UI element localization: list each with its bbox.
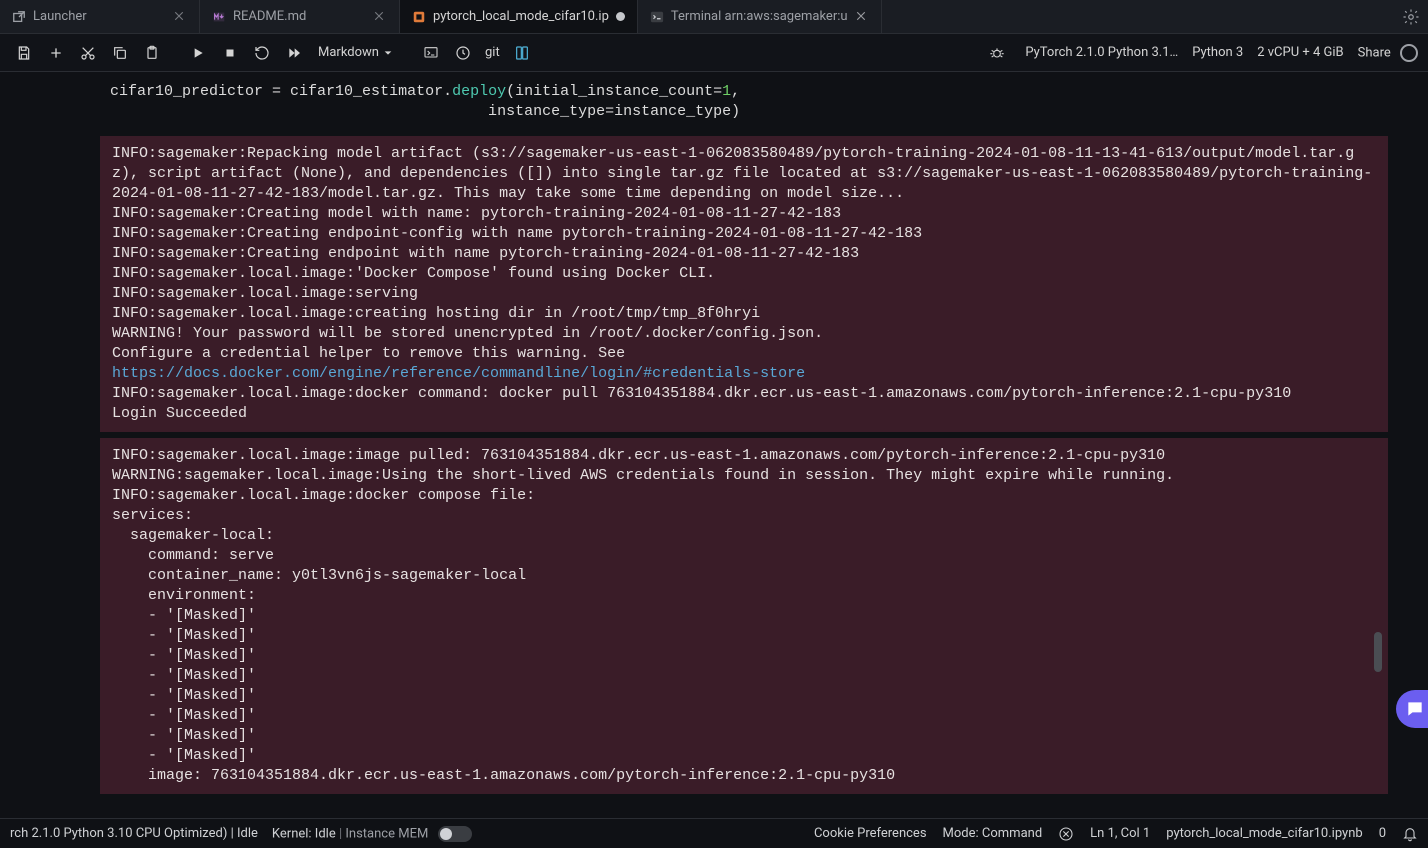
status-kernel[interactable]: Kernel: Idle | Instance MEM xyxy=(272,826,472,842)
cookie-preferences[interactable]: Cookie Preferences xyxy=(814,826,927,841)
cell-output-2: INFO:sagemaker.local.image:image pulled:… xyxy=(100,438,1388,794)
tab-notebook[interactable]: pytorch_local_mode_cifar10.ip xyxy=(400,0,638,33)
chevron-down-icon xyxy=(383,48,393,58)
cluster-selector[interactable]: PyTorch 2.1.0 Python 3.1… xyxy=(1025,45,1178,60)
tab-terminal[interactable]: Terminal arn:aws:sagemaker:u xyxy=(638,0,882,33)
insert-cell-button[interactable] xyxy=(42,39,70,67)
toolbar-right: PyTorch 2.1.0 Python 3.1… Python 3 2 vCP… xyxy=(983,39,1418,67)
cell-output-1: INFO:sagemaker:Repacking model artifact … xyxy=(100,136,1388,432)
tab-label: README.md xyxy=(233,9,366,24)
file-name: pytorch_local_mode_cifar10.ipynb xyxy=(1166,826,1362,841)
modified-indicator-icon xyxy=(616,12,625,21)
bell-icon[interactable] xyxy=(1402,826,1418,842)
run-button[interactable] xyxy=(184,39,212,67)
code-cell[interactable]: cifar10_predictor = cifar10_estimator.de… xyxy=(100,76,1388,136)
save-button[interactable] xyxy=(10,39,38,67)
close-icon[interactable] xyxy=(855,10,869,24)
scrollbar-thumb[interactable] xyxy=(1374,632,1382,672)
trust-icon[interactable] xyxy=(1058,826,1074,842)
tab-label: Launcher xyxy=(33,9,166,24)
tab-readme[interactable]: README.md xyxy=(200,0,400,33)
external-link-icon xyxy=(12,10,26,24)
docs-link[interactable]: https://docs.docker.com/engine/reference… xyxy=(112,365,805,382)
mem-toggle[interactable] xyxy=(438,826,472,842)
terminal-toolbar-button[interactable] xyxy=(417,39,445,67)
tab-label: pytorch_local_mode_cifar10.ip xyxy=(433,9,609,24)
status-bar: rch 2.1.0 Python 3.10 CPU Optimized) | I… xyxy=(0,818,1428,848)
share-button[interactable]: Share xyxy=(1358,44,1418,62)
interrupt-button[interactable] xyxy=(216,39,244,67)
terminal-icon xyxy=(650,10,664,24)
schedule-button[interactable] xyxy=(449,39,477,67)
restart-run-all-button[interactable] xyxy=(280,39,308,67)
tab-label: Terminal arn:aws:sagemaker:u xyxy=(671,9,848,24)
close-icon[interactable] xyxy=(373,10,387,24)
cut-button[interactable] xyxy=(74,39,102,67)
copy-button[interactable] xyxy=(106,39,134,67)
paste-button[interactable] xyxy=(138,39,166,67)
notebook-toolbar: Markdown git PyTorch 2.1.0 Python 3.1… P… xyxy=(0,34,1428,72)
tab-launcher[interactable]: Launcher xyxy=(0,0,200,33)
kernel-selector[interactable]: Python 3 xyxy=(1192,45,1243,60)
settings-button[interactable] xyxy=(1394,0,1428,33)
notebook-area: cifar10_predictor = cifar10_estimator.de… xyxy=(0,72,1428,818)
cell-type-label: Markdown xyxy=(318,45,379,60)
notification-count[interactable]: 0 xyxy=(1379,826,1386,841)
editor-mode: Mode: Command xyxy=(943,826,1043,841)
kernel-status-icon xyxy=(1400,44,1418,62)
chat-fab[interactable] xyxy=(1396,690,1428,728)
instance-selector[interactable]: 2 vCPU + 4 GiB xyxy=(1257,45,1343,60)
close-icon[interactable] xyxy=(173,10,187,24)
notebook-icon xyxy=(412,10,426,24)
git-button[interactable]: git xyxy=(481,39,504,67)
bug-icon[interactable] xyxy=(983,39,1011,67)
restart-button[interactable] xyxy=(248,39,276,67)
tab-bar: Launcher README.md pytorch_local_mode_ci… xyxy=(0,0,1428,34)
status-runtime[interactable]: rch 2.1.0 Python 3.10 CPU Optimized) | I… xyxy=(10,826,258,841)
cell-type-selector[interactable]: Markdown xyxy=(312,45,399,60)
markdown-icon xyxy=(212,10,226,24)
cursor-position: Ln 1, Col 1 xyxy=(1090,826,1150,841)
diff-button[interactable] xyxy=(508,39,536,67)
